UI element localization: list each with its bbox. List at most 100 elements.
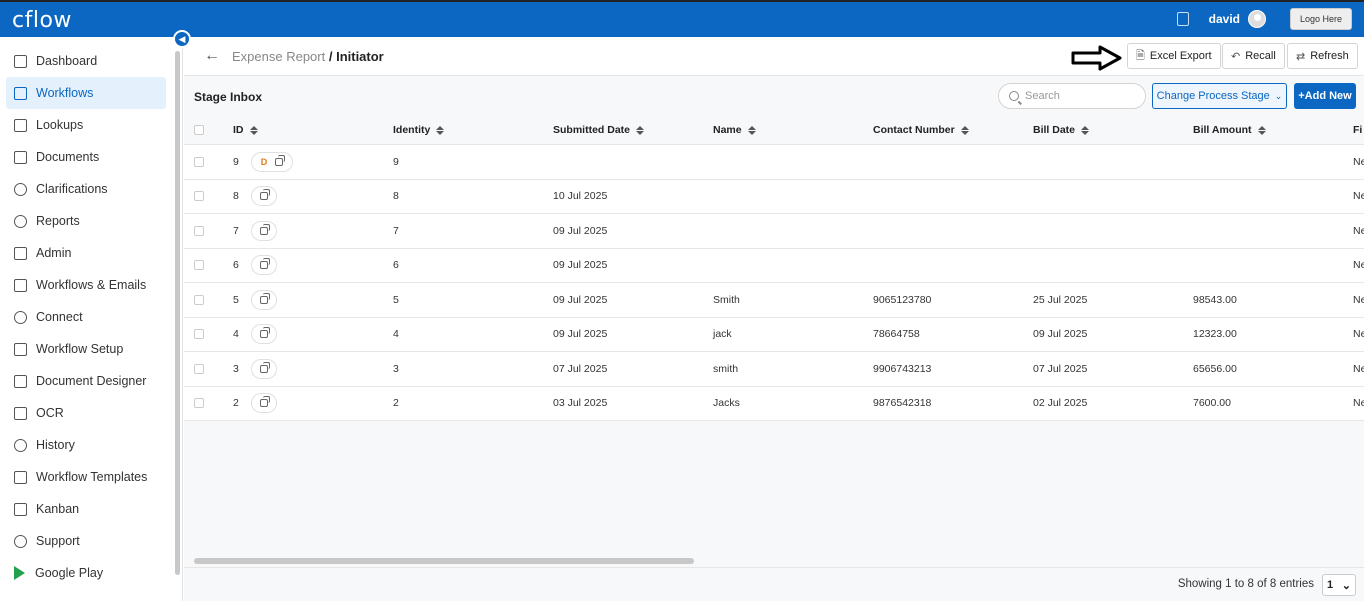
copy-icon [260,223,270,235]
refresh-button[interactable]: ⇄ Refresh [1287,43,1358,69]
cell-bill-date: 09 Jul 2025 [1033,328,1088,341]
sidebar-item-label: Admin [36,246,72,260]
sidebar-item-admin[interactable]: Admin [0,237,182,269]
copy-icon [260,292,270,304]
change-process-stage-dropdown[interactable]: Change Process Stage ⌄ [1152,83,1287,109]
table-row[interactable]: 5 5 09 Jul 2025 Smith 9065123780 25 Jul 2025 9… [184,283,1364,318]
column-header[interactable]: Identity [393,116,445,144]
excel-export-button[interactable]: 🗎 Excel Export [1127,43,1221,69]
column-header[interactable]: ID [233,116,258,144]
column-header[interactable]: Name [713,116,756,144]
sort-icon[interactable] [1081,125,1090,135]
column-header[interactable]: Bill Date [1033,116,1090,144]
table-row[interactable]: 8 8 10 Jul 2025 Ne [184,179,1364,214]
table-row[interactable]: 7 7 09 Jul 2025 Ne [184,214,1364,249]
sidebar-scrollbar[interactable] [175,51,180,575]
cell-bill-date: 25 Jul 2025 [1033,293,1088,306]
table-row[interactable]: 2 2 03 Jul 2025 Jacks 9876542318 02 Jul 2025 7… [184,386,1364,421]
column-header-label: Contact Number [873,124,955,136]
search-input[interactable]: Search [998,83,1146,109]
sidebar-item-ocr[interactable]: OCR [0,397,182,429]
cell-identity: 9 [393,155,399,168]
add-new-button[interactable]: +Add New [1294,83,1356,109]
row-checkbox[interactable] [194,180,204,214]
sort-icon[interactable] [960,125,969,135]
cell-identity: 4 [393,328,399,341]
row-checkbox[interactable] [194,352,204,386]
headset-icon [14,534,27,548]
sidebar-item-document-designer[interactable]: Document Designer [0,365,182,397]
cell-id: 4 [233,328,239,341]
admin-icon [14,246,27,260]
sidebar-item-reports[interactable]: Reports [0,205,182,237]
row-checkbox[interactable] [194,387,204,421]
change-stage-label: Change Process Stage [1156,90,1270,102]
column-header[interactable]: Contact Number [873,116,969,144]
document-icon[interactable] [1176,12,1189,26]
copy-button[interactable] [251,324,277,345]
cell-submitted: 09 Jul 2025 [553,259,608,272]
row-checkbox[interactable] [194,249,204,283]
sidebar-item-workflow-templates[interactable]: Workflow Templates [0,461,182,493]
username[interactable]: david [1209,12,1240,26]
horizontal-scrollbar[interactable] [194,558,694,564]
breadcrumb-parent[interactable]: Expense Report [232,49,325,64]
collapse-sidebar-button[interactable]: ◀ [173,30,191,48]
google-play-icon [14,566,25,580]
sidebar-item-lookups[interactable]: Lookups [0,109,182,141]
sidebar-item-workflow-setup[interactable]: Workflow Setup [0,333,182,365]
sidebar-item-documents[interactable]: Documents [0,141,182,173]
back-arrow-icon[interactable]: ← [204,47,220,65]
sidebar-item-connect[interactable]: Connect [0,301,182,333]
sort-icon[interactable] [436,125,445,135]
sort-icon[interactable] [636,125,645,135]
sidebar-item-label: Support [36,534,80,548]
sidebar-item-clarifications[interactable]: Clarifications [0,173,182,205]
sidebar-item-kanban[interactable]: Kanban [0,493,182,525]
row-actions [251,352,277,386]
row-checkbox[interactable] [194,145,204,179]
table-row[interactable]: 6 6 09 Jul 2025 Ne [184,248,1364,283]
chevron-down-icon: ⌄ [1274,90,1283,101]
table-row[interactable]: 9 9 Ne D [184,145,1364,180]
sort-icon[interactable] [1257,125,1266,135]
connect-icon [14,310,27,324]
cell-identity: 8 [393,190,399,203]
page-header: ← Expense Report / Initiator 🗎 Excel Exp… [184,37,1364,76]
recall-button[interactable]: ↶ Recall [1222,43,1285,69]
sidebar-item-history[interactable]: History [0,429,182,461]
avatar[interactable] [1248,10,1266,28]
sidebar-item-google-play[interactable]: Google Play [0,557,182,589]
copy-button[interactable] [251,289,277,310]
sidebar-item-support[interactable]: Support [0,525,182,557]
copy-button[interactable] [251,393,277,414]
column-header-label: Bill Date [1033,124,1076,136]
app-logo[interactable]: cflow [12,8,72,33]
cell-submitted: 09 Jul 2025 [553,224,608,237]
sidebar-item-dashboard[interactable]: Dashboard [0,45,182,77]
copy-button[interactable] [251,255,277,276]
column-header[interactable]: Fi [1353,116,1362,144]
sort-icon[interactable] [249,125,258,135]
column-header[interactable]: Submitted Date [553,116,645,144]
copy-button[interactable] [251,220,277,241]
sidebar-item-workflows-emails[interactable]: Workflows & Emails [0,269,182,301]
top-bar: cflow david Logo Here [0,0,1364,37]
copy-button[interactable]: D [251,151,293,172]
sort-icon[interactable] [747,125,756,135]
column-header[interactable]: Bill Amount [1193,116,1266,144]
copy-button[interactable] [251,358,277,379]
select-all-checkbox[interactable] [194,116,204,144]
sidebar-item-workflows[interactable]: Workflows [6,77,166,109]
table-row[interactable]: 4 4 09 Jul 2025 jack 78664758 09 Jul 2025 1232… [184,317,1364,352]
row-checkbox[interactable] [194,318,204,352]
cell-submitted: 09 Jul 2025 [553,328,608,341]
cell-contact: 9065123780 [873,293,932,306]
table-row[interactable]: 3 3 07 Jul 2025 smith 9906743213 07 Jul 2025 6… [184,352,1364,387]
page-select[interactable]: 1 ⌄ [1322,574,1356,596]
row-checkbox[interactable] [194,283,204,317]
sidebar-item-label: Dashboard [36,54,98,68]
cell-submitted: 10 Jul 2025 [553,190,608,203]
copy-button[interactable] [251,186,277,207]
row-checkbox[interactable] [194,214,204,248]
